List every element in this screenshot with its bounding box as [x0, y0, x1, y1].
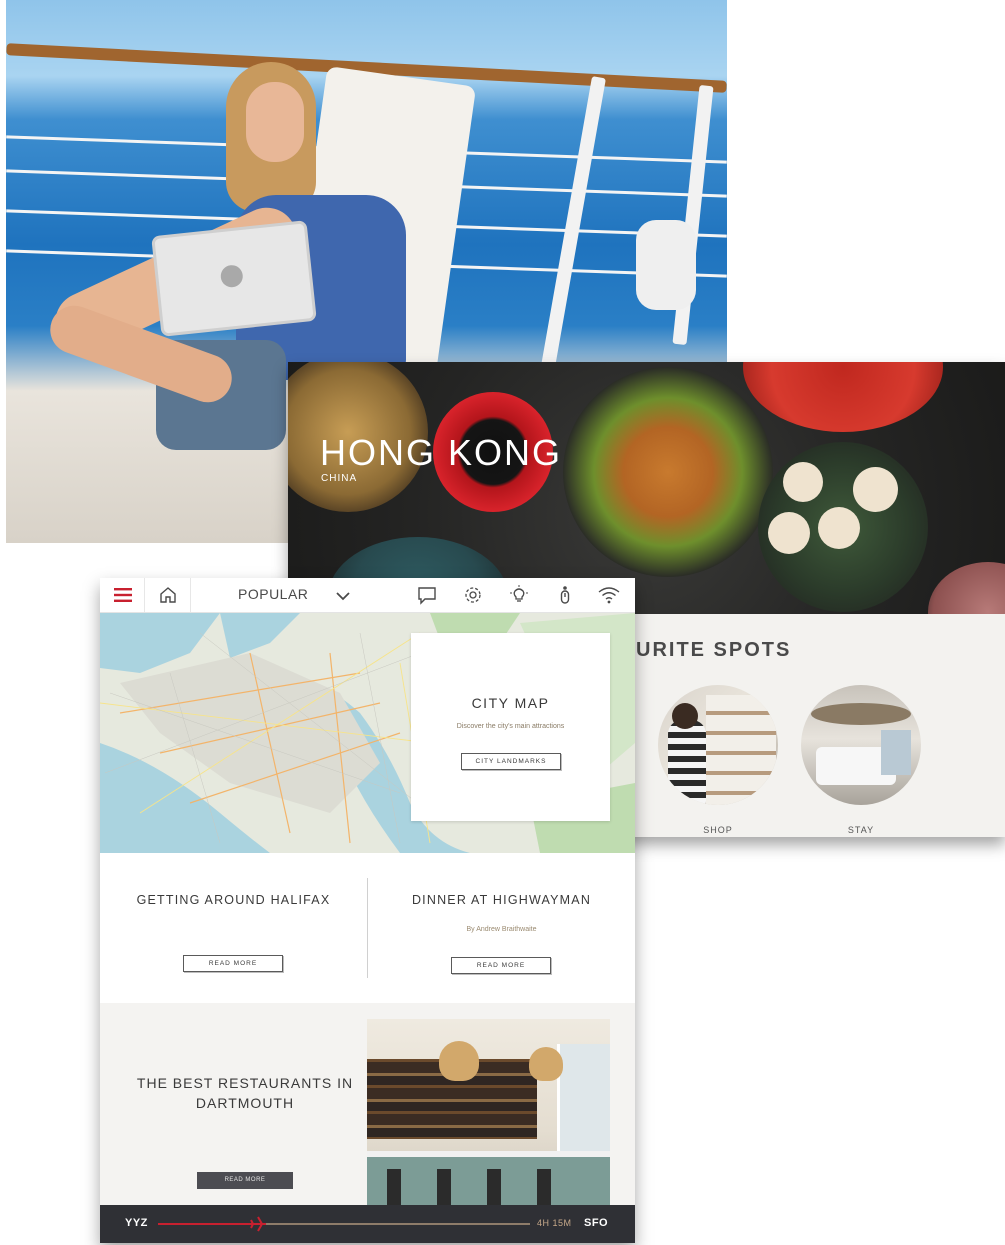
wicker-pendant-lamp	[439, 1041, 479, 1081]
bar-stool	[537, 1169, 551, 1205]
deck-fixture	[636, 220, 696, 310]
article-title-highwayman[interactable]: DINNER AT HIGHWAYMAN	[368, 893, 635, 907]
restaurant-photo[interactable]	[367, 1019, 610, 1205]
article-title-halifax[interactable]: GETTING AROUND HALIFAX	[100, 893, 367, 907]
noodle-bowl	[563, 367, 773, 577]
restaurant-window	[557, 1044, 610, 1159]
read-more-button[interactable]: READ MORE	[451, 957, 551, 974]
city-map-title: CITY MAP	[471, 695, 550, 711]
woman-face	[246, 82, 304, 162]
shoe-shelf	[706, 695, 776, 805]
dumpling	[783, 462, 823, 502]
spot-label-shop[interactable]: SHOP	[658, 825, 778, 835]
red-plate	[743, 362, 943, 432]
chevron-down-icon[interactable]	[332, 585, 354, 607]
flight-track	[158, 1216, 530, 1232]
hamburger-menu-icon[interactable]	[112, 584, 134, 606]
origin-airport-code: YYZ	[125, 1217, 148, 1229]
sauce-bowl	[928, 562, 1005, 614]
city-map-card: CITY MAP Discover the city's main attrac…	[411, 633, 610, 821]
flight-progress-bar: YYZ 4H 15M SFO	[100, 1205, 635, 1243]
tablet-device	[151, 220, 317, 337]
tablet-logo-icon	[219, 264, 244, 289]
articles-row: GETTING AROUND HALIFAX READ MORE DINNER …	[100, 853, 635, 1003]
dumpling	[853, 467, 898, 512]
bar-stool	[387, 1169, 401, 1205]
hong-kong-hero-image: HONG KONG CHINA	[288, 362, 1005, 614]
article-byline: By Andrew Braithwaite	[466, 926, 537, 933]
feature-title[interactable]: THE BEST RESTAURANTS IN DARTMOUTH	[130, 1073, 360, 1113]
gear-icon[interactable]	[462, 584, 484, 606]
bar-stool	[437, 1169, 451, 1205]
shopper-figure	[668, 720, 706, 805]
read-more-button-dark[interactable]: READ MORE	[197, 1172, 293, 1189]
stay-spot-image[interactable]	[801, 685, 921, 805]
time-remaining: 4H 15M	[537, 1218, 572, 1228]
hotel-window	[881, 730, 911, 775]
ceiling-light	[811, 703, 911, 725]
deck-post	[540, 76, 606, 374]
bar-stool	[487, 1169, 501, 1205]
chat-icon[interactable]	[416, 584, 438, 606]
wicker-pendant-lamp	[529, 1047, 563, 1081]
dumpling	[818, 507, 860, 549]
hero-city-title: HONG KONG	[320, 432, 563, 473]
topbar-divider	[144, 578, 145, 612]
favourite-spots-heading: URITE SPOTS	[636, 639, 792, 661]
city-map[interactable]: CITY MAP Discover the city's main attrac…	[100, 613, 635, 853]
read-more-button[interactable]: READ MORE	[183, 955, 283, 972]
shopper-head	[672, 703, 698, 729]
light-bulb-icon[interactable]	[508, 584, 530, 606]
category-dropdown-label[interactable]: POPULAR	[238, 586, 308, 602]
city-landmarks-button[interactable]: CITY LANDMARKS	[461, 753, 561, 770]
hero-country-subtitle: CHINA	[321, 473, 358, 484]
topbar-divider	[190, 578, 191, 612]
city-map-description: Discover the city's main attractions	[456, 723, 565, 730]
dumpling	[768, 512, 810, 554]
spot-label-stay[interactable]: STAY	[801, 825, 921, 835]
top-navigation-bar: POPULAR	[100, 578, 635, 613]
shop-spot-image[interactable]	[658, 685, 778, 805]
destination-airport-code: SFO	[584, 1217, 609, 1229]
inflight-app-screen: POPULAR CITY MAP Discover the city's mai…	[100, 578, 635, 1243]
home-icon[interactable]	[157, 584, 179, 606]
wifi-icon[interactable]	[598, 584, 620, 606]
attendant-call-icon[interactable]	[554, 584, 576, 606]
airplane-icon	[250, 1216, 266, 1232]
feature-article: THE BEST RESTAURANTS IN DARTMOUTH READ M…	[100, 1003, 635, 1205]
